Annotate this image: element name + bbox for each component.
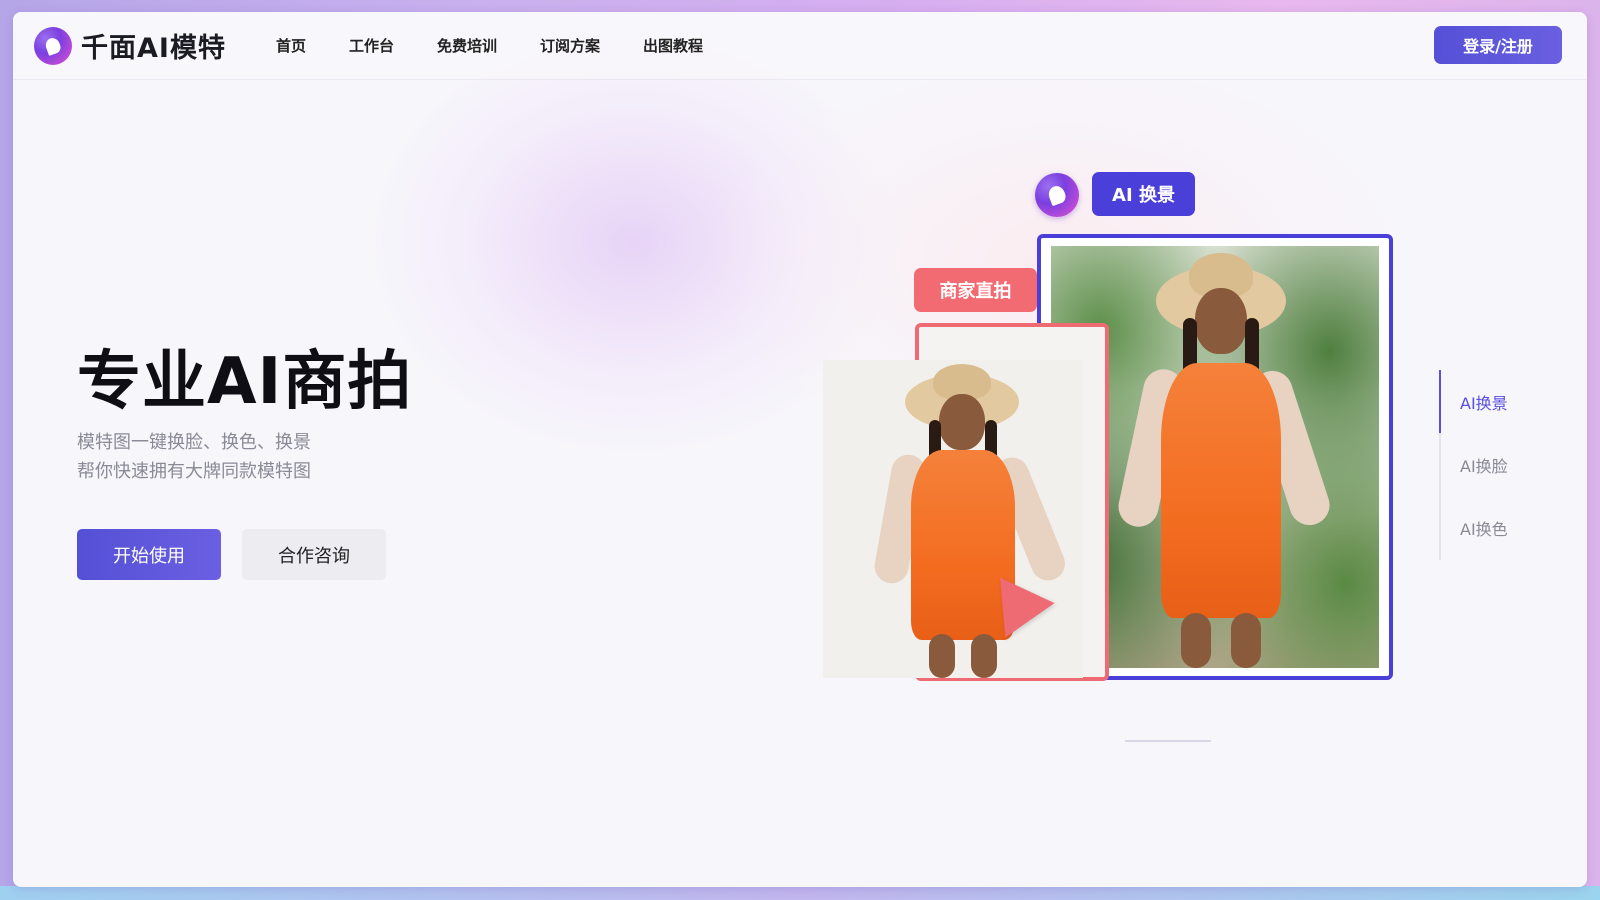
merchant-shot-badge: 商家直拍	[914, 268, 1037, 312]
showcase: 商家直拍 AI 换景 AI换景 AI换脸 AI换色	[13, 12, 1587, 887]
original-photo-image	[823, 360, 1083, 678]
browser-window: 千面AI模特 首页 工作台 免费培训 订阅方案 出图教程 登录/注册 专业AI商…	[13, 12, 1587, 887]
brand-badge-icon	[1035, 173, 1079, 217]
model-figure-small	[863, 364, 1071, 678]
tab-ai-color[interactable]: AI换色	[1441, 496, 1539, 559]
tab-ai-scene[interactable]: AI换景	[1439, 370, 1539, 433]
model-figure-large	[1091, 248, 1351, 668]
carousel-indicator[interactable]	[1125, 740, 1211, 742]
feature-tabs: AI换景 AI换脸 AI换色	[1439, 370, 1539, 560]
tab-ai-face[interactable]: AI换脸	[1441, 433, 1539, 496]
background-glow	[0, 886, 1600, 900]
ai-scene-badge: AI 换景	[1092, 172, 1195, 216]
